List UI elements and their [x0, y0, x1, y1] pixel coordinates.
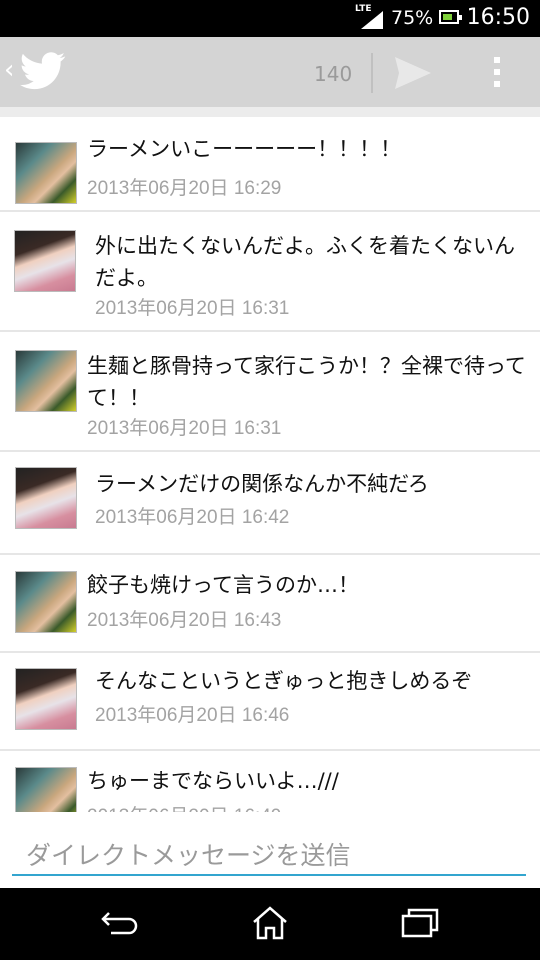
- compose-bar: ダイレクトメッセージを送信: [0, 812, 540, 890]
- message-text: 生麺と豚骨持って家行こうか！？全裸で待ってて！！: [87, 354, 526, 410]
- battery-percent: 75%: [391, 7, 434, 29]
- twitter-bird-icon[interactable]: [20, 52, 66, 90]
- message-timestamp: 2013年06月20日 16:43: [87, 610, 282, 631]
- divider: [371, 53, 373, 93]
- home-icon[interactable]: [251, 905, 289, 941]
- back-icon[interactable]: [101, 905, 139, 939]
- message-row[interactable]: ラーメンだけの関係なんか不純だろ 2013年06月20日 16:42: [0, 452, 540, 555]
- avatar[interactable]: [15, 571, 77, 633]
- message-row[interactable]: そんなこというとぎゅっと抱きしめるぞ 2013年06月20日 16:46: [0, 653, 540, 751]
- clock: 16:50: [466, 5, 530, 30]
- avatar[interactable]: [15, 767, 77, 812]
- message-timestamp: 2013年06月20日 16:49: [87, 801, 281, 812]
- signal-icon: [361, 11, 383, 29]
- message-text: ちゅーまでならいいよ…///: [87, 769, 339, 793]
- action-bar: ‹ 140: [0, 37, 540, 107]
- message-text: そんなこというとぎゅっと抱きしめるぞ: [95, 669, 473, 693]
- avatar[interactable]: [15, 668, 77, 730]
- overflow-menu-icon[interactable]: [490, 57, 504, 91]
- message-input[interactable]: ダイレクトメッセージを送信: [12, 832, 526, 876]
- avatar[interactable]: [15, 350, 77, 412]
- battery-icon: [439, 10, 462, 24]
- message-row[interactable]: ラーメンいこーーーーー！！！！ 2013年06月20日 16:29: [0, 117, 540, 212]
- message-input-placeholder: ダイレクトメッセージを送信: [26, 841, 351, 870]
- message-timestamp: 2013年06月20日 16:29: [87, 178, 282, 199]
- message-text: ラーメンいこーーーーー！！！！: [87, 137, 402, 161]
- message-list[interactable]: ラーメンいこーーーーー！！！！ 2013年06月20日 16:29 外に出たくないん…: [0, 107, 540, 812]
- avatar[interactable]: [14, 230, 76, 292]
- message-row[interactable]: 餃子も焼けって言うのか…！ 2013年06月20日 16:43: [0, 555, 540, 653]
- message-text: ラーメンだけの関係なんか不純だろ: [95, 472, 429, 496]
- avatar[interactable]: [15, 142, 77, 204]
- status-bar: LTE 75% 16:50: [0, 0, 540, 37]
- message-timestamp: 2013年06月20日 16:42: [95, 507, 290, 528]
- message-row[interactable]: ちゅーまでならいいよ…/// 2013年06月20日 16:49: [0, 751, 540, 812]
- back-chevron-icon[interactable]: ‹: [4, 57, 14, 83]
- character-count: 140: [314, 62, 353, 86]
- message-text: 餃子も焼けって言うのか…！: [87, 573, 359, 597]
- send-icon[interactable]: [395, 57, 431, 89]
- message-timestamp: 2013年06月20日 16:31: [95, 298, 290, 319]
- recent-apps-icon[interactable]: [401, 905, 439, 939]
- message-row[interactable]: 生麺と豚骨持って家行こうか！？全裸で待ってて！！ 2013年06月20日 16:3…: [0, 332, 540, 452]
- avatar[interactable]: [15, 467, 77, 529]
- message-text: 外に出たくないんだよ。ふくを着たくないんだよ。: [95, 234, 515, 290]
- message-row[interactable]: 外に出たくないんだよ。ふくを着たくないんだよ。 2013年06月20日 16:31: [0, 212, 540, 332]
- message-timestamp: 2013年06月20日 16:46: [95, 705, 290, 726]
- navigation-bar: [0, 888, 540, 960]
- message-timestamp: 2013年06月20日 16:31: [87, 418, 282, 439]
